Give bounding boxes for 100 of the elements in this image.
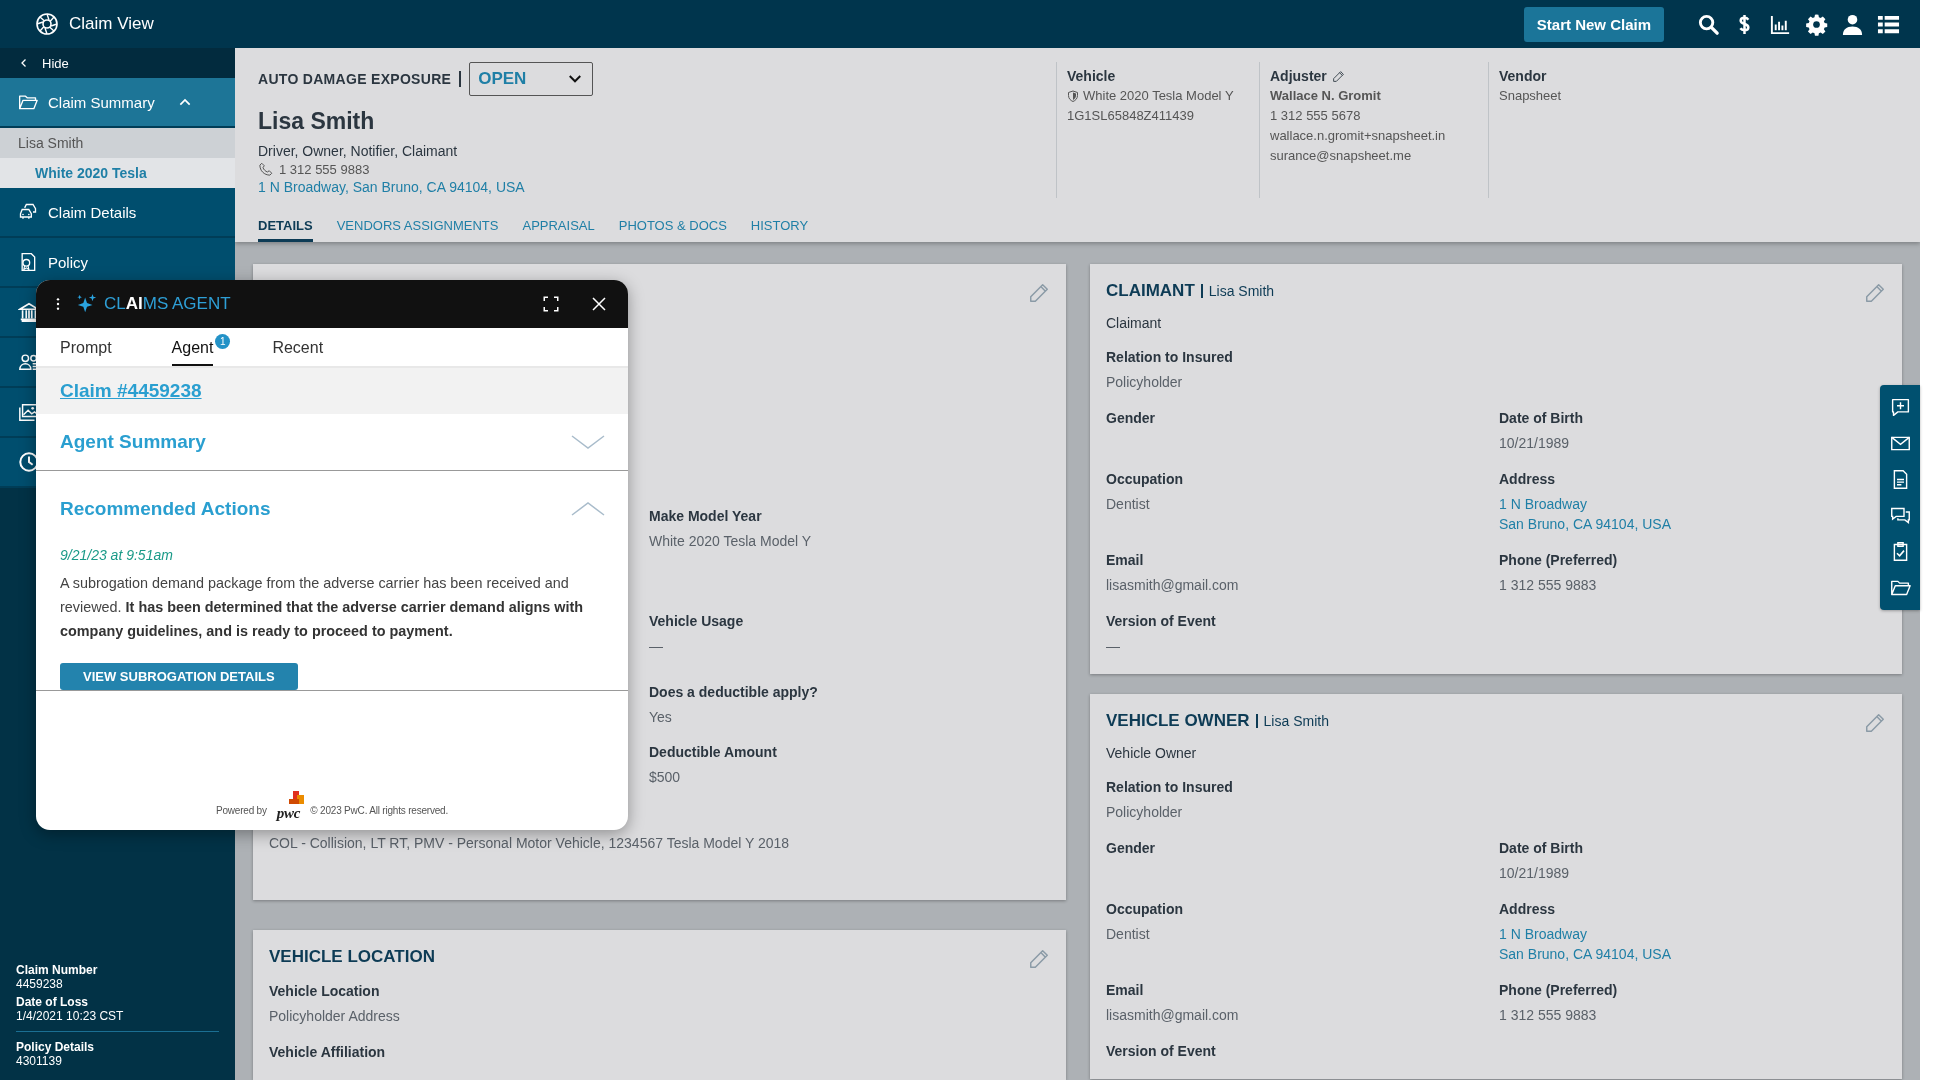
sidebar-item[interactable]: Claim Summary [0,78,235,128]
email-address: wallace.n.gromit+snapsheet.insurance@snapsheet.me [1270,127,1447,165]
field-value: Yes [649,708,672,727]
field-value: lisasmith@gmail.com [1106,1006,1239,1025]
address-link[interactable]: San Bruno, CA 94104, USA [1499,944,1671,964]
field-value: — [649,637,663,656]
field-label: Does a deductible apply? [649,683,819,702]
start-new-claim-button[interactable]: Start New Claim [1523,6,1664,42]
field-label: Address [1499,470,1557,489]
accordion-header[interactable]: Agent Summary [36,414,628,471]
copyright-text: © 2023 PwC. All rights reserved. [310,804,449,816]
field-label: Vehicle Affiliation [269,1043,387,1062]
agent-tab[interactable]: Agent 1 [171,333,231,366]
info-value: 1/4/2021 10:23 CST [16,1009,125,1023]
field-label: Relation to Insured [1106,778,1234,797]
status-dropdown[interactable]: OPEN [469,62,594,96]
shield-icon [1067,90,1079,102]
address-link[interactable]: San Bruno, CA 94104, USA [1499,514,1671,534]
field-label: Email [1106,551,1145,570]
field-label: Date of Birth [1499,839,1584,858]
add-comment-icon[interactable] [1889,397,1911,418]
card-title: VEHICLE LOCATION [269,947,435,967]
count-badge: 1 [215,334,231,349]
field-value: Policyholder Address [269,1007,400,1026]
field-label: Deductible Amount [649,743,778,762]
view-details-button[interactable]: VIEW SUBROGATION DETAILS [60,663,298,690]
card-subtitle: Lisa Smith [1200,284,1275,298]
logo-mark-icon [288,790,305,805]
field-label: Email [1106,981,1145,1000]
exposure-label: AUTO DAMAGE EXPOSURE [258,71,462,87]
address-link[interactable]: 1 N Broadway [1499,924,1587,944]
cars-icon [18,202,38,222]
search-icon[interactable] [1697,12,1720,36]
field-value: $500 [649,768,681,787]
hide-button[interactable]: Hide [0,48,235,78]
pencil-icon[interactable] [1331,69,1345,83]
field-label: Occupation [1106,470,1184,489]
sidebar-subitem[interactable]: White 2020 Tesla [0,158,235,188]
action-message: A subrogation demand package from the adverse carrier has been received and reviewed. It has been determined that the adverse carrier demand aligns with company guidelines, and is ready to proceed to payment. [60,574,585,641]
claim-link[interactable]: Claim #4459238 [60,380,202,402]
field-value: Policyholder [1106,803,1183,822]
claimant-name: Lisa Smith [258,108,376,135]
section-title: Agent Summary [60,431,206,453]
field-value: 1 312 555 9883 [1499,1006,1597,1025]
logo-icon [35,12,59,36]
field-label: Phone (Preferred) [1499,551,1619,570]
header-tab[interactable]: APPRAISAL [522,214,595,242]
field-value: Dentist [1106,495,1150,514]
address-link[interactable]: 1 N Broadway [1499,494,1587,514]
field-label: Gender [1106,409,1156,428]
card-role: Claimant [1106,315,1163,331]
phone-number: 1 312 555 9883 [279,162,370,177]
section-title: Recommended Actions [60,498,271,520]
close-icon[interactable] [590,295,608,313]
agent-title: CLAIMS AGENT [104,294,231,314]
header-tab[interactable]: PHOTOS & DOCS [618,214,727,242]
claimant-roles: Driver, Owner, Notifier, Claimant [258,143,459,159]
settings-icon[interactable] [1805,12,1828,36]
info-value: 4459238 [16,977,64,991]
info-title: Vehicle [1067,67,1116,86]
field-label: Vehicle Location [269,982,381,1001]
field-value: 1 312 555 9883 [1499,576,1597,595]
info-value: 4301139 [16,1054,63,1068]
field-label: Gender [1106,839,1156,858]
header-tab[interactable]: DETAILS [258,214,313,242]
address-link[interactable]: 1 N Broadway, San Bruno, CA 94104, USA [258,179,1056,195]
agent-tab[interactable]: Prompt [60,333,112,366]
timestamp: 9/21/23 at 9:51am [60,547,174,563]
field-label: Phone (Preferred) [1499,981,1619,1000]
field-label: Relation to Insured [1106,348,1234,367]
card-title: VEHICLE OWNER [1106,711,1250,731]
app-title: Claim View [69,14,154,34]
field-label: Make Model Year [649,507,763,526]
coverage-note: COL - Collision, LT RT, PMV - Personal Motor Vehicle, 1234567 Tesla Model Y 2018 [269,835,791,851]
header-tab[interactable]: VENDORS ASSIGNMENTS [336,214,499,242]
card-role: Vehicle Owner [1106,745,1198,761]
info-value: White 2020 Tesla Model Y [1083,87,1234,105]
card-subtitle: Lisa Smith [1255,714,1329,728]
chat-icon[interactable] [1889,505,1911,526]
field-value: 10/21/1989 [1499,864,1570,883]
powered-by-text: Powered by [215,804,267,816]
field-value: — [1106,637,1120,656]
field-value: 10/21/1989 [1499,434,1570,453]
field-label: Vehicle Usage [649,612,745,631]
phone-icon [258,162,273,177]
sidebar-subitem[interactable]: Lisa Smith [0,128,235,158]
user-icon[interactable] [1841,12,1864,36]
field-label: Address [1499,900,1557,919]
accordion-header[interactable]: Recommended Actions [36,471,628,539]
field-value: White 2020 Tesla Model Y [649,532,812,551]
field-label: Occupation [1106,900,1184,919]
field-label: Version of Event [1106,612,1217,631]
info-value: 1G1SL65848Z411439 [1067,107,1194,125]
expand-icon[interactable] [542,295,560,313]
agent-tab[interactable]: Recent [272,333,324,366]
sidebar-item[interactable]: Claim Details [0,188,235,238]
brand-logo: pwc [276,798,301,822]
field-value: Policyholder [1106,373,1183,392]
info-value: 1 312 555 5678 [1270,107,1361,125]
header-tab[interactable]: HISTORY [750,214,809,242]
